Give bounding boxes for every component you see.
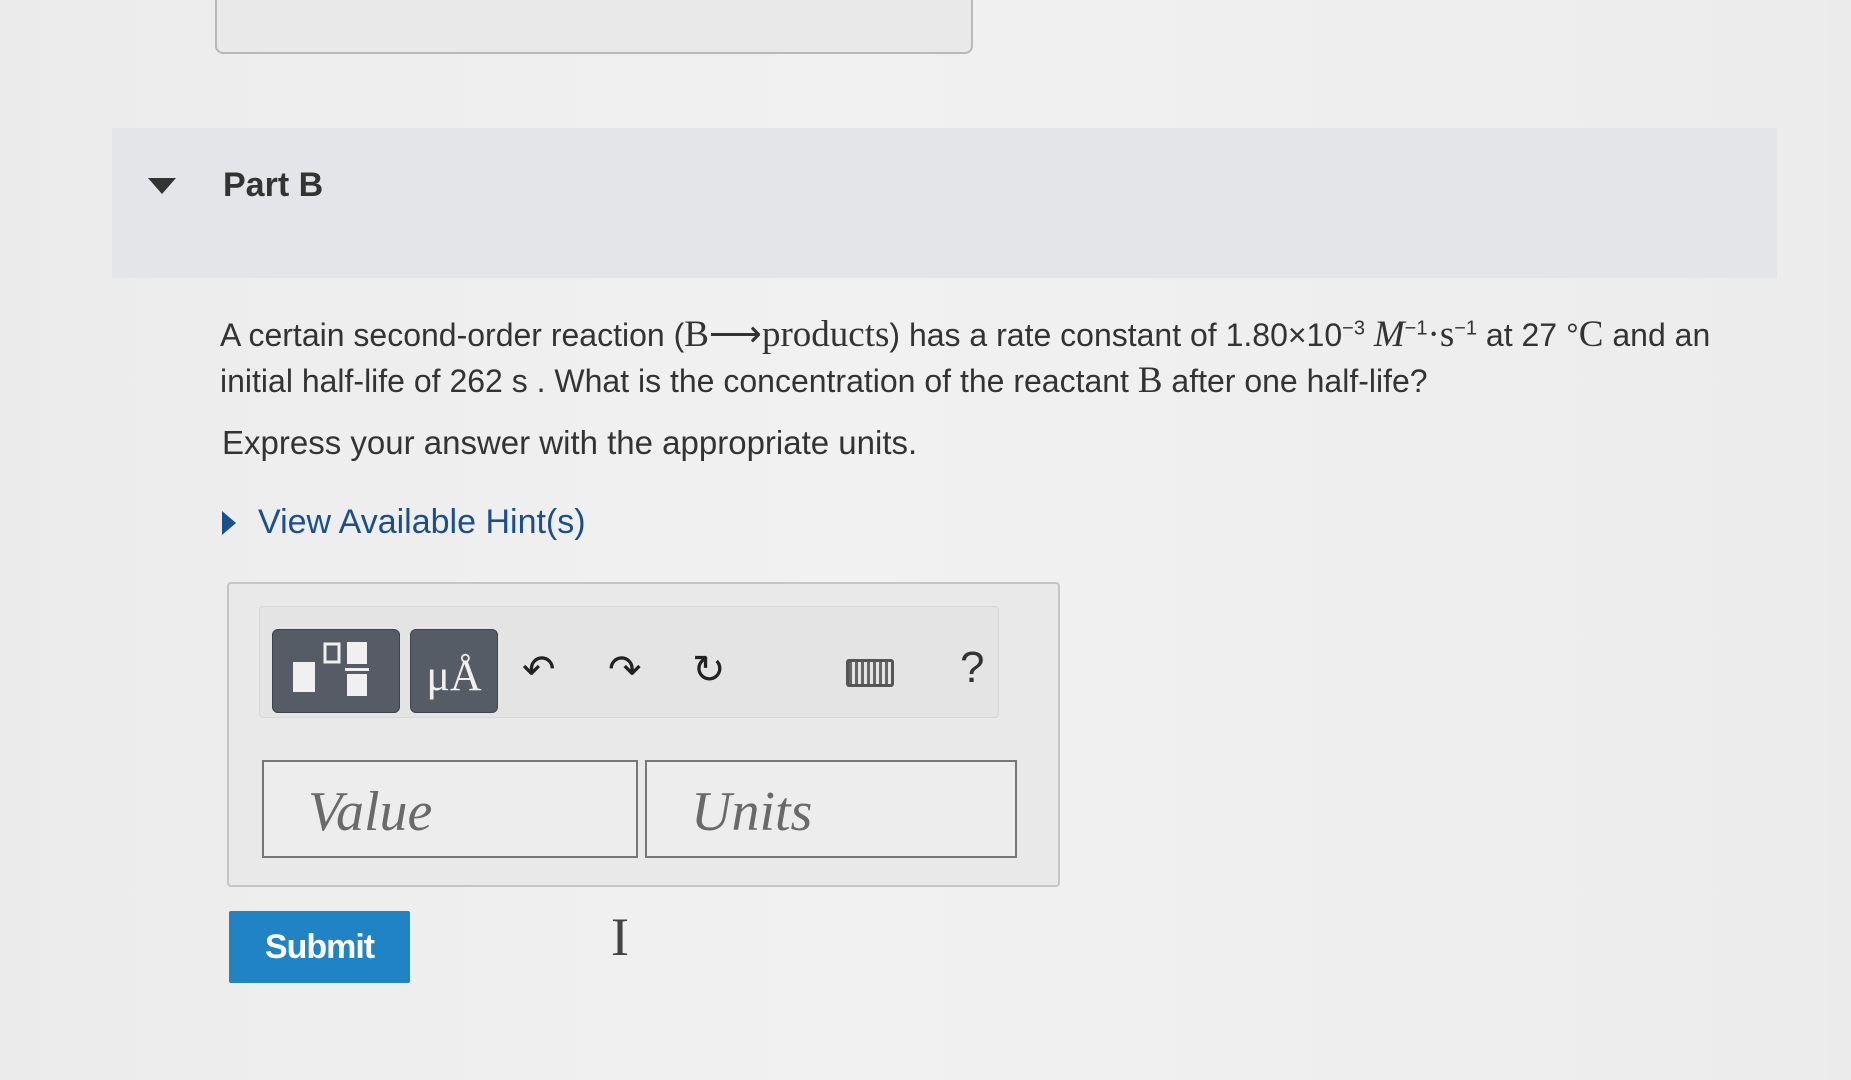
submit-button[interactable]: Submit [229,911,410,983]
units-input[interactable]: Units [645,760,1017,858]
question-text: A certain second-order reaction (B⟶produ… [220,314,1711,401]
collapse-caret-icon[interactable] [148,178,176,194]
redo-icon[interactable]: ↷ [608,647,642,693]
fraction-template-icon [293,642,369,696]
previous-answer-box [215,0,973,54]
reaction-formula: B⟶products [684,314,890,355]
part-header[interactable] [112,128,1777,278]
units-button-label: μÅ [426,651,482,700]
part-title: Part B [223,166,324,204]
text-cursor-icon: I [611,907,629,967]
view-hints-link[interactable]: View Available Hint(s) [222,503,586,542]
answer-box: μÅ ↶ ↷ ↻ ? Value Units [227,582,1060,887]
expand-caret-icon [222,510,236,535]
undo-icon[interactable]: ↶ [522,647,556,693]
instruction-text: Express your answer with the appropriate… [222,424,918,461]
math-toolbar: μÅ ↶ ↷ ↻ ? [259,606,999,718]
reset-icon[interactable]: ↻ [692,647,726,693]
keyboard-icon[interactable] [846,659,894,687]
help-button[interactable]: ? [960,643,984,693]
value-input[interactable]: Value [262,760,638,858]
units-button[interactable]: μÅ [410,629,498,713]
template-button[interactable] [272,629,400,713]
hint-label: View Available Hint(s) [258,503,586,541]
